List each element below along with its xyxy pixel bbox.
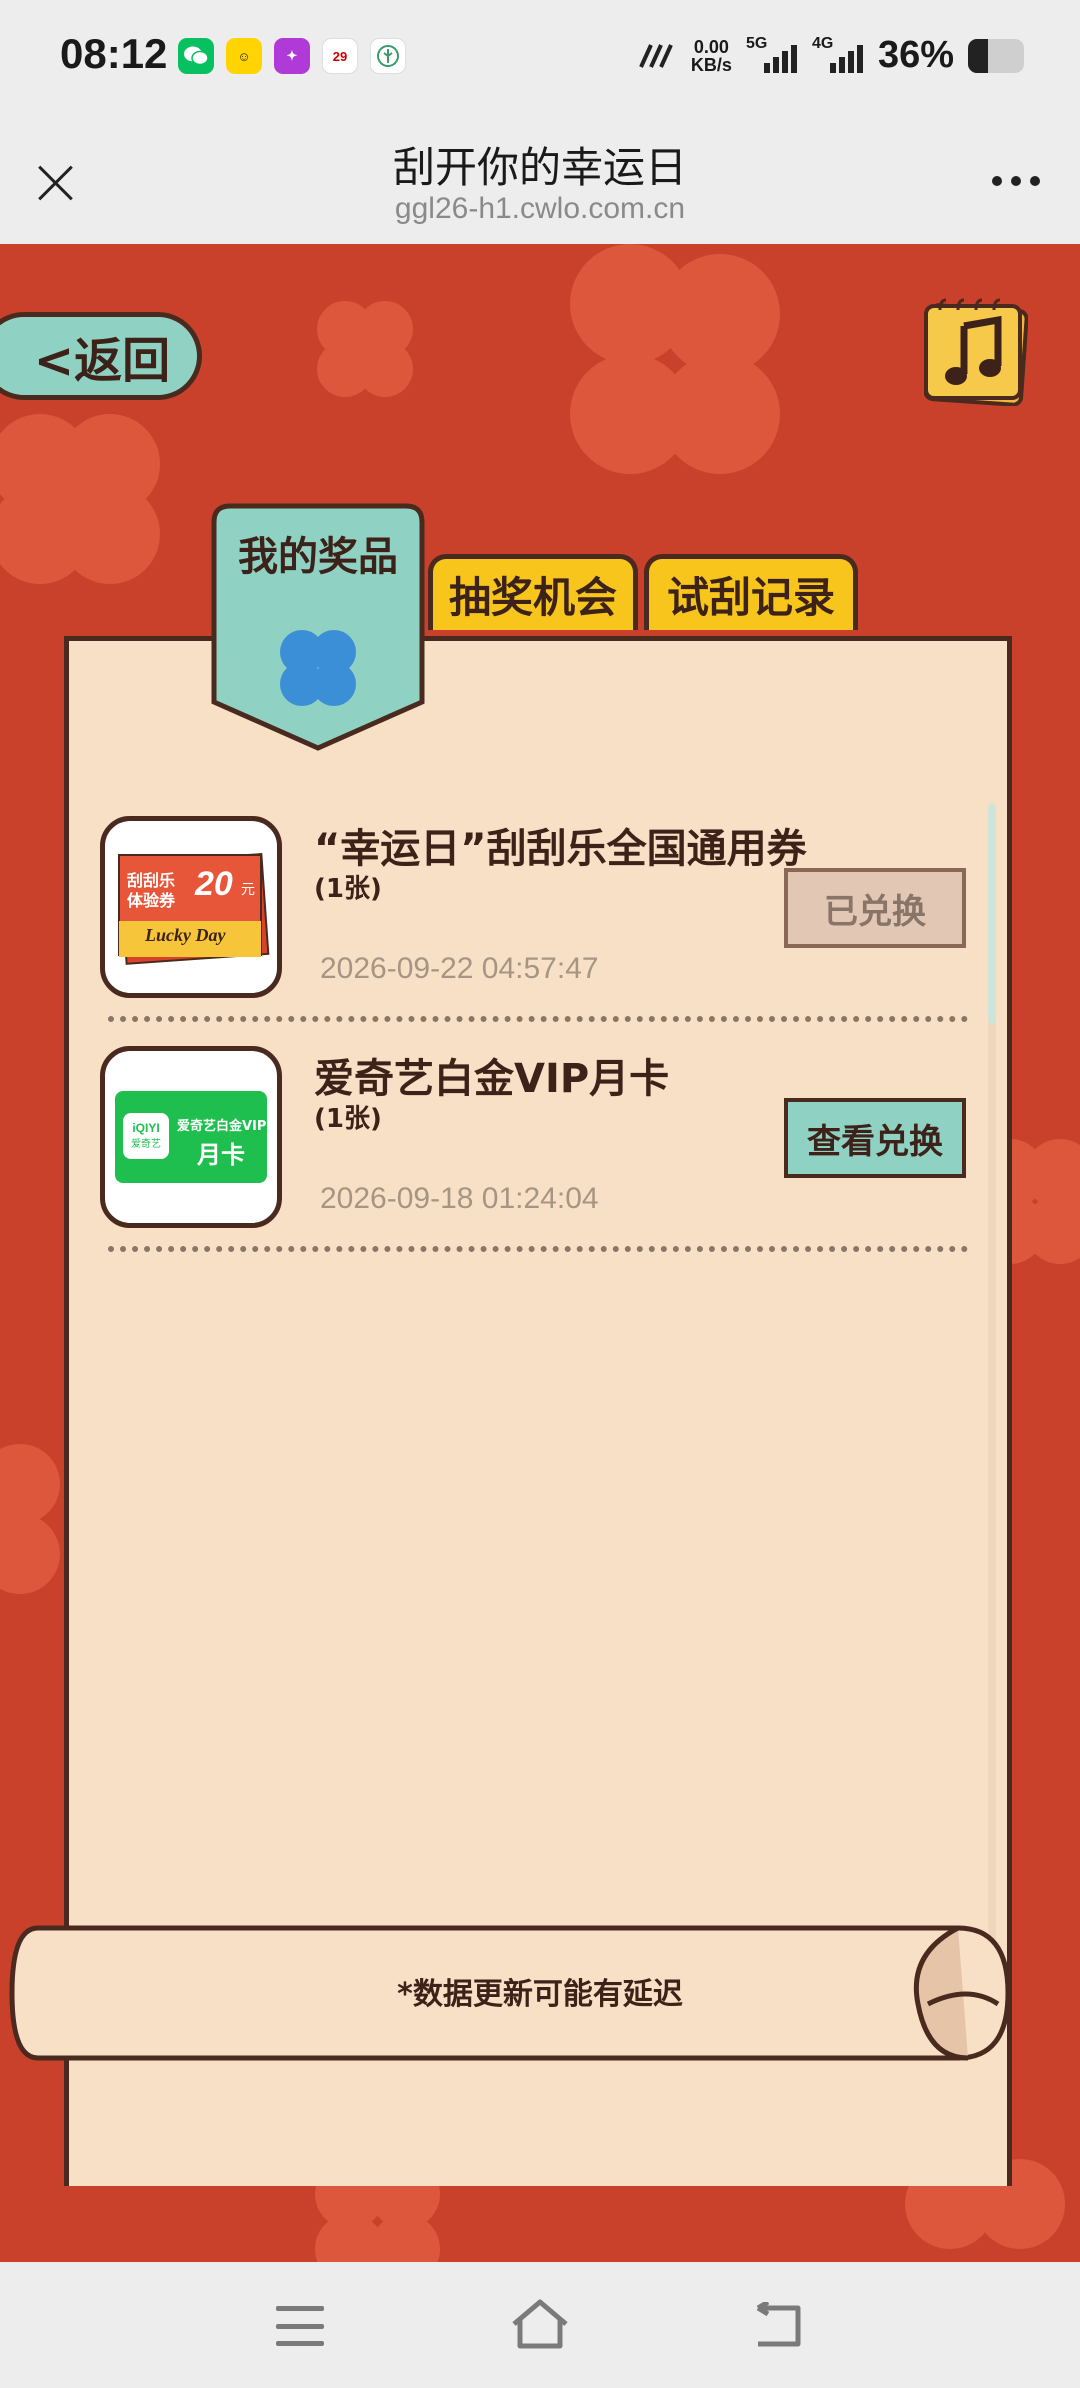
prize-date: 2026-09-18 01:24:04: [320, 1182, 599, 1215]
nfc-icon: [639, 43, 673, 68]
back-nav-icon[interactable]: [752, 2302, 804, 2350]
more-options-icon[interactable]: [992, 176, 1040, 186]
status-indicators: 0.00 KB/s 5G 4G 36%: [637, 34, 1024, 77]
tab-my-prizes-label: 我的奖品: [238, 534, 398, 580]
view-redeem-button[interactable]: 查看兑换: [784, 1098, 966, 1178]
signal-5g-icon: 5G: [746, 35, 798, 73]
data-delay-note: *数据更新可能有延迟: [397, 1977, 683, 2012]
prize-name: “幸运日”刮刮乐全国通用券: [314, 826, 807, 872]
page-url: ggl26-h1.cwlo.com.cn: [394, 192, 686, 225]
music-toggle-icon[interactable]: [924, 296, 1028, 406]
clover-decoration-icon: [0, 414, 160, 584]
prize-thumbnail: iQIYI 爱奇艺 爱奇艺白金VIP 月卡: [100, 1046, 282, 1228]
bank-app-icon: ✦: [274, 38, 310, 74]
prize-quantity: (1张): [314, 874, 382, 904]
wechat-icon: [178, 38, 214, 74]
home-icon[interactable]: [510, 2298, 570, 2350]
status-bar: 08:12 ☺ ✦ 29 0.00 KB/s 5G 4G 36%: [0, 0, 1080, 120]
tab-draw-chances[interactable]: 抽奖机会: [428, 554, 638, 630]
notification-icons: ☺ ✦ 29: [178, 38, 406, 74]
prize-thumbnail: 刮刮乐 体验券 20 元 Lucky Day: [100, 816, 282, 998]
iqiyi-logo-icon: iQIYI 爱奇艺: [123, 1113, 169, 1159]
net-speed: 0.00 KB/s: [690, 36, 732, 75]
tab-my-prizes[interactable]: 我的奖品: [210, 502, 426, 752]
redeemed-button[interactable]: 已兑换: [784, 868, 966, 948]
divider: [108, 1016, 968, 1022]
leaf-app-icon: [370, 38, 406, 74]
prize-name: 爱奇艺白金VIP月卡: [314, 1056, 670, 1102]
browser-title-bar: 刮开你的幸运日 ggl26-h1.cwlo.com.cn: [0, 120, 1080, 244]
divider: [108, 1246, 968, 1252]
tab-scratch-records[interactable]: 试刮记录: [644, 554, 858, 630]
system-nav-bar: [0, 2262, 1080, 2388]
scrollbar-thumb[interactable]: [988, 804, 996, 1024]
prize-date: 2026-09-22 04:57:47: [320, 952, 599, 985]
prize-quantity: (1张): [314, 1104, 382, 1134]
menu-icon[interactable]: [276, 2306, 324, 2346]
game-app-icon: ☺: [226, 38, 262, 74]
prize-item: 刮刮乐 体验券 20 元 Lucky Day “幸运日”刮刮乐全国通用券 (1张…: [100, 816, 980, 1006]
calendar-app-icon: 29: [322, 38, 358, 74]
clover-decoration-icon: [317, 301, 413, 397]
clover-decoration-icon: [570, 244, 780, 474]
status-time: 08:12: [60, 30, 168, 77]
signal-4g-icon: 4G: [812, 35, 864, 73]
battery-icon: [968, 38, 1024, 73]
battery-percent: 36%: [877, 34, 954, 76]
game-area: <返回 抽奖机会 试刮记录 我的奖品 刮刮乐 体验券 20 元 Lucky Da…: [0, 244, 1080, 2262]
prize-item: iQIYI 爱奇艺 爱奇艺白金VIP 月卡 爱奇艺白金VIP月卡 (1张) 20…: [100, 1046, 980, 1236]
back-button[interactable]: <返回: [0, 312, 202, 400]
page-title: 刮开你的幸运日: [392, 143, 687, 192]
